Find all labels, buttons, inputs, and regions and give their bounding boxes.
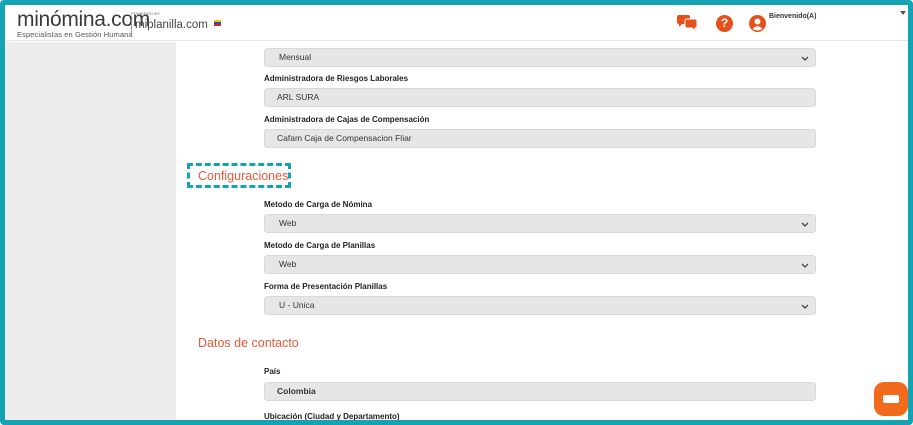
arl-label: Administradora de Riesgos Laborales	[264, 74, 409, 83]
question-circle-icon[interactable]: ?	[716, 15, 733, 32]
chevron-down-icon	[801, 304, 809, 309]
powered-by-label: POWERED BY	[131, 11, 161, 16]
forma-presentacion-select[interactable]: U - Unica	[264, 296, 816, 315]
arl-field[interactable]: ARL SURA	[264, 88, 816, 107]
arl-value: ARL SURA	[277, 92, 320, 102]
chevron-down-icon[interactable]	[900, 11, 906, 16]
powered-by-name: miplanilla.com	[135, 19, 208, 31]
app-frame: minómina.com Especialistas en Gestión Hu…	[0, 0, 913, 425]
carga-nomina-select[interactable]: Web	[264, 214, 816, 233]
pais-label: País	[264, 367, 281, 376]
carga-planillas-select[interactable]: Web	[264, 255, 816, 274]
forma-presentacion-label: Forma de Presentación Planillas	[264, 282, 388, 291]
brand-name: minómina.com	[17, 8, 150, 31]
chevron-down-icon	[801, 222, 809, 227]
brand-tagline: Especialistas en Gestión Humana	[17, 30, 133, 39]
carga-nomina-label: Metodo de Carga de Nómina	[264, 200, 373, 209]
chat-bubbles-icon[interactable]	[676, 14, 698, 32]
brand-logo[interactable]: minómina.com Especialistas en Gestión Hu…	[17, 9, 150, 39]
configuraciones-title: Configuraciones	[198, 169, 289, 183]
carga-planillas-label: Metodo de Carga de Planillas	[264, 241, 376, 250]
powered-divider	[131, 19, 132, 33]
carga-nomina-value: Web	[279, 218, 297, 228]
support-chat-icon	[883, 395, 899, 403]
frecuencia-value: Mensual	[279, 52, 312, 62]
ubicacion-label: Ubicación (Ciudad y Departamento)	[264, 412, 400, 421]
caja-label: Administradora de Cajas de Compensación	[264, 115, 430, 124]
forma-presentacion-value: U - Unica	[279, 300, 315, 310]
caja-value: Cafam Caja de Compensacion Fliar	[277, 133, 412, 143]
user-circle-icon[interactable]	[749, 15, 766, 32]
sidebar	[5, 42, 176, 420]
caja-field[interactable]: Cafam Caja de Compensacion Fliar	[264, 129, 816, 148]
chevron-down-icon	[801, 56, 809, 61]
top-header: minómina.com Especialistas en Gestión Hu…	[5, 5, 908, 41]
carga-planillas-value: Web	[279, 259, 297, 269]
pais-value: Colombia	[277, 386, 316, 396]
welcome-text[interactable]: Bienvenido(A)	[769, 13, 816, 20]
datos-contacto-title: Datos de contacto	[198, 336, 299, 350]
support-chat-button[interactable]	[874, 382, 908, 416]
chevron-down-icon	[801, 263, 809, 268]
pais-field[interactable]: Colombia	[264, 382, 816, 401]
form-content: Mensual Administradora de Riesgos Labora…	[176, 42, 908, 421]
frecuencia-select[interactable]: Mensual	[264, 48, 816, 67]
language-flag-icon[interactable]	[214, 20, 221, 26]
